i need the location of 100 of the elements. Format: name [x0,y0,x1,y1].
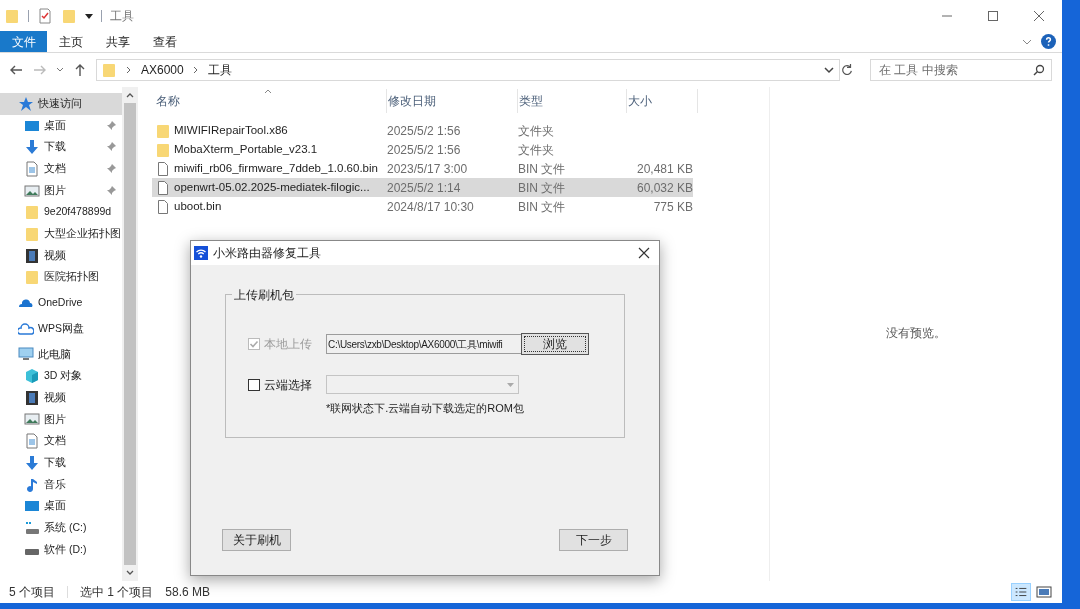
preview-message: 没有预览。 [886,325,946,342]
file-icon [155,160,171,177]
dialog-button[interactable]: 关于刷机 [222,529,291,551]
file-row[interactable]: openwrt-05.02.2025-mediatek-filogic... 2025/5/2 1:14 BIN 文件 60,032 KB [152,178,693,197]
sidebar-label: 3D 对象 [44,368,83,384]
sidebar-item[interactable]: 系统 (C:) [0,517,122,539]
file-name: MIWIFIRepairTool.x86 [174,122,288,138]
sidebar-item[interactable]: 医院拓扑图 [0,266,122,289]
file-row[interactable]: MobaXterm_Portable_v23.1 2025/5/2 1:56 文件夹 [152,140,693,159]
thumbnails-view-icon[interactable] [1035,584,1053,600]
folder-icon [24,269,40,286]
check-icon [249,339,259,349]
sidebar-item[interactable]: 视频 [0,244,122,267]
dialog-title: 小米路由器修复工具 [213,245,321,262]
chevron-down-icon[interactable] [56,66,64,74]
sidebar-item[interactable]: 图片 [0,179,122,202]
details-view-icon[interactable] [1011,583,1031,601]
group-title: 上传刷机包 [232,286,296,304]
sidebar-label: 下载 [44,139,66,155]
sidebar-item[interactable]: 此电脑 [0,343,122,366]
window-title: 工具 [110,7,134,25]
sidebar-item[interactable]: 文档 [0,158,122,180]
document-icon [24,160,40,177]
sidebar-label: 9e20f478899d [44,204,112,220]
column-header[interactable]: 类型 [518,89,627,113]
sidebar-item[interactable]: 下载 [0,136,122,159]
search-icon[interactable] [1033,64,1045,76]
sidebar-item[interactable]: 视频 [0,386,122,409]
file-name: MobaXterm_Portable_v23.1 [174,141,318,157]
ribbon-tab[interactable]: 主页 [47,31,94,52]
breadcrumb-item[interactable]: 工具 [207,61,232,79]
sidebar-item[interactable]: OneDrive [0,292,122,314]
drive-icon [24,548,40,555]
selection-count: 选中 1 个项目 [80,584,154,601]
sidebar-label: 音乐 [44,476,66,492]
sidebar-item[interactable]: 桌面 [0,114,122,137]
down-arrow-icon [24,139,40,156]
close-icon[interactable] [638,247,650,259]
sidebar-item[interactable]: 音乐 [0,473,122,496]
sidebar-item[interactable]: 软件 (D:) [0,538,122,561]
chevron-up-icon[interactable] [126,91,134,99]
sidebar-label: 图片 [44,182,66,198]
sidebar-item[interactable]: 大型企业拓扑图 [0,223,122,245]
file-size: 60,032 KB [635,179,693,197]
checklist-icon[interactable] [37,7,53,24]
caret-icon[interactable] [85,11,93,20]
sidebar-label: 图片 [44,411,66,427]
column-header[interactable]: 名称 [155,89,387,113]
address-field[interactable]: AX6000 工具 [96,59,840,81]
caret-icon [507,382,514,387]
scrollbar[interactable] [122,87,138,581]
file-row[interactable]: miwifi_rb06_firmware_7ddeb_1.0.60.bin 2023/5/17 3:00 BIN 文件 20,481 KB [152,159,693,178]
sidebar-label: 此电脑 [38,346,71,362]
search-field[interactable]: 在 工具 中搜索 [870,59,1052,81]
chevron-down-icon[interactable] [823,64,835,76]
sidebar-item[interactable]: 文档 [0,430,122,452]
sidebar-item[interactable]: 9e20f478899d [0,201,122,224]
file-type: BIN 文件 [518,179,567,197]
ribbon-tab[interactable]: 共享 [94,31,141,52]
ribbon-tab[interactable]: 查看 [141,31,188,52]
help-icon[interactable] [1041,34,1056,49]
chevron-down-icon[interactable] [126,569,134,577]
breadcrumb-item[interactable]: AX6000 [141,61,184,79]
file-type: BIN 文件 [518,160,567,178]
star-icon [18,95,34,112]
sidebar-label: 医院拓扑图 [44,269,99,285]
cloud-icon [18,320,34,337]
column-header[interactable]: 大小 [627,89,698,113]
file-type: BIN 文件 [518,198,567,216]
folder-icon [24,204,40,221]
file-date: 2025/5/2 1:56 [387,122,462,140]
folder-icon [24,225,40,242]
sidebar-label: 桌面 [44,117,66,133]
sidebar-item[interactable]: 图片 [0,408,122,431]
chevron-right-icon [125,66,133,74]
sidebar-label: 桌面 [44,498,66,514]
sidebar-label: 文档 [44,433,66,449]
file-row[interactable]: MIWIFIRepairTool.x86 2025/5/2 1:56 文件夹 [152,121,693,140]
sidebar-item[interactable]: 快速访问 [0,93,122,115]
sidebar-label: 快速访问 [38,95,82,111]
refresh-icon[interactable] [840,63,854,77]
checkbox[interactable] [248,378,260,391]
sidebar-label: 系统 (C:) [44,520,87,536]
file-icon [155,198,171,215]
file-row[interactable]: uboot.bin 2024/8/17 10:30 BIN 文件 775 KB [152,197,693,216]
folder-icon [101,62,117,78]
column-header[interactable]: 修改日期 [387,89,518,113]
selection-size: 58.6 MB [165,584,211,601]
sidebar-item[interactable]: 桌面 [0,495,122,518]
sidebar-item[interactable]: 3D 对象 [0,365,122,387]
dialog-button[interactable]: 下一步 [559,529,628,551]
sidebar-item[interactable]: WPS网盘 [0,317,122,340]
music-note-icon [24,476,40,493]
folder-icon [155,122,171,139]
file-type: 文件夹 [518,122,555,140]
sidebar-label: 文档 [44,161,66,177]
wifi-icon [194,246,208,260]
chevron-right-icon [191,66,200,74]
sidebar-item[interactable]: 下载 [0,452,122,474]
ribbon-tab[interactable]: 文件 [0,31,47,52]
